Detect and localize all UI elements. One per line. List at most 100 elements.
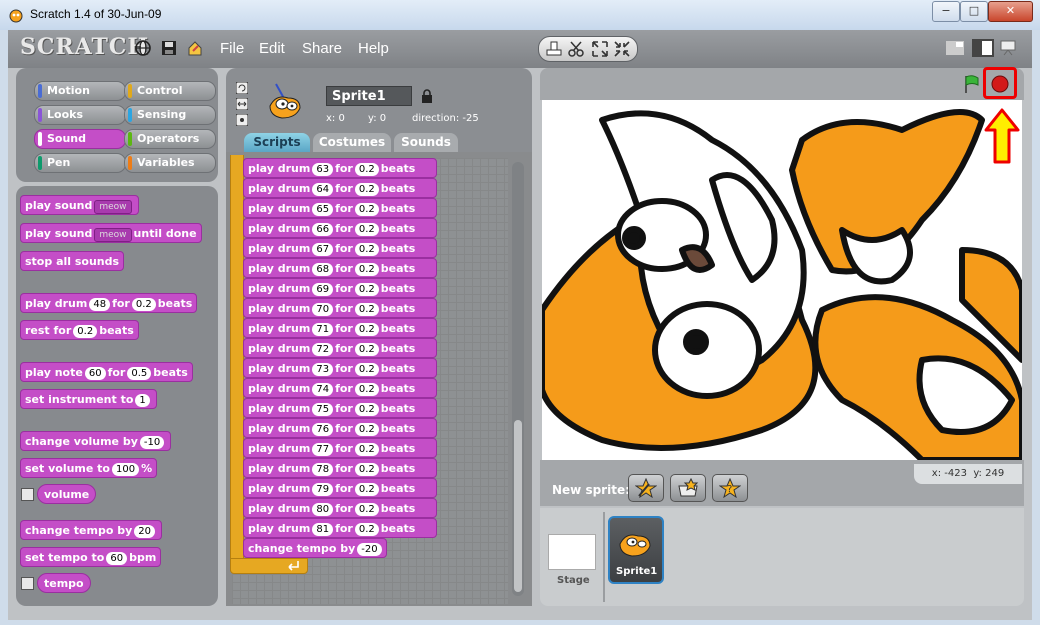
small-stage-icon[interactable] [946, 41, 964, 55]
volume-checkbox[interactable] [21, 488, 34, 501]
block-play-drum-script[interactable]: play drum 78 for 0.2 beats [243, 458, 437, 478]
block-play-drum-script[interactable]: play drum 76 for 0.2 beats [243, 418, 437, 438]
sprite1-tile[interactable]: Sprite1 [608, 516, 664, 584]
category-motion[interactable]: Motion [34, 81, 126, 101]
save-icon[interactable] [160, 39, 178, 57]
category-pen[interactable]: Pen [34, 153, 126, 173]
drum-input[interactable]: 76 [312, 423, 334, 436]
surprise-sprite-button[interactable]: ? [712, 474, 748, 502]
rest-input[interactable]: 0.2 [73, 325, 98, 338]
tempo-checkbox[interactable] [21, 577, 34, 590]
tab-costumes[interactable]: Costumes [313, 133, 391, 152]
paint-new-sprite-button[interactable] [628, 474, 664, 502]
tempo-input[interactable]: 60 [106, 552, 128, 565]
script-scrollbar-thumb[interactable] [514, 420, 522, 592]
drum-input[interactable]: 66 [312, 223, 334, 236]
block-play-drum-script[interactable]: play drum 80 for 0.2 beats [243, 498, 437, 518]
beats-input[interactable]: 0.2 [354, 463, 379, 476]
beats-input[interactable]: 0.2 [354, 483, 379, 496]
menu-file[interactable]: File [220, 40, 244, 57]
instrument-input[interactable]: 1 [135, 394, 150, 407]
block-play-drum-script[interactable]: play drum 74 for 0.2 beats [243, 378, 437, 398]
control-block-arm[interactable] [230, 155, 244, 571]
block-play-drum-script[interactable]: play drum 68 for 0.2 beats [243, 258, 437, 278]
category-operators[interactable]: Operators [124, 129, 216, 149]
block-play-drum-script[interactable]: play drum 75 for 0.2 beats [243, 398, 437, 418]
lock-icon[interactable] [421, 89, 433, 104]
block-play-drum-script[interactable]: play drum 77 for 0.2 beats [243, 438, 437, 458]
menu-share[interactable]: Share [302, 40, 342, 57]
beats-input[interactable]: 0.2 [354, 363, 379, 376]
block-play-drum-script[interactable]: play drum 64 for 0.2 beats [243, 178, 437, 198]
block-play-note[interactable]: play note 60 for 0.5 beats [20, 362, 193, 382]
tab-sounds[interactable]: Sounds [394, 133, 458, 152]
beats-input[interactable]: 0.2 [354, 163, 379, 176]
reporter-tempo[interactable]: tempo [37, 573, 91, 593]
drum-input[interactable]: 67 [312, 243, 334, 256]
minimize-button[interactable]: − [932, 1, 960, 22]
scissors-icon[interactable] [567, 40, 585, 58]
drum-input[interactable]: 68 [312, 263, 334, 276]
block-play-drum-script[interactable]: play drum 71 for 0.2 beats [243, 318, 437, 338]
beats-input[interactable]: 0.2 [131, 298, 156, 311]
block-play-drum[interactable]: play drum 48 for 0.2 beats [20, 293, 198, 313]
beats-input[interactable]: 0.2 [354, 403, 379, 416]
presentation-mode-icon[interactable] [1000, 40, 1016, 56]
grow-icon[interactable] [591, 40, 609, 58]
normal-stage-icon[interactable] [972, 39, 994, 57]
block-stop-all-sounds[interactable]: stop all sounds [20, 251, 125, 271]
sprite-name-field[interactable]: Sprite1 [326, 86, 412, 106]
drum-input[interactable]: 81 [312, 523, 334, 536]
menu-help[interactable]: Help [358, 40, 389, 57]
drum-input[interactable]: 71 [312, 323, 334, 336]
menu-edit[interactable]: Edit [259, 40, 285, 57]
drum-input[interactable]: 73 [312, 363, 334, 376]
beats-input[interactable]: 0.2 [354, 203, 379, 216]
beats-input[interactable]: 0.2 [354, 443, 379, 456]
block-play-drum-script[interactable]: play drum 66 for 0.2 beats [243, 218, 437, 238]
beats-input[interactable]: 0.2 [354, 343, 379, 356]
rotate-style-icon[interactable] [236, 82, 248, 94]
share-icon[interactable] [186, 39, 204, 57]
block-play-drum-script[interactable]: play drum 81 for 0.2 beats [243, 518, 437, 538]
beats-input[interactable]: 0.2 [354, 243, 379, 256]
beats-input[interactable]: 0.2 [354, 263, 379, 276]
drum-input[interactable]: 64 [312, 183, 334, 196]
block-play-drum-script[interactable]: play drum 79 for 0.2 beats [243, 478, 437, 498]
flip-style-icon[interactable] [236, 98, 248, 110]
sound-dropdown[interactable]: meow [94, 200, 132, 214]
block-set-instrument[interactable]: set instrument to 1 [20, 389, 157, 409]
volume-input[interactable]: -10 [139, 436, 165, 449]
drum-input[interactable]: 77 [312, 443, 334, 456]
category-sound[interactable]: Sound [34, 129, 126, 149]
stage-thumbnail[interactable] [548, 534, 596, 570]
drum-input[interactable]: 80 [312, 503, 334, 516]
stop-sign-icon[interactable] [990, 74, 1010, 94]
reporter-volume[interactable]: volume [37, 484, 97, 504]
beats-input[interactable]: 0.2 [354, 183, 379, 196]
drum-input[interactable]: 48 [89, 298, 111, 311]
beats-input[interactable]: 0.2 [354, 283, 379, 296]
maximize-button[interactable]: □ [960, 1, 988, 22]
drum-input[interactable]: 69 [312, 283, 334, 296]
beats-input[interactable]: 0.2 [354, 383, 379, 396]
beats-input[interactable]: 0.5 [127, 367, 152, 380]
block-play-drum-script[interactable]: play drum 72 for 0.2 beats [243, 338, 437, 358]
block-play-drum-script[interactable]: play drum 63 for 0.2 beats [243, 158, 437, 178]
tempo-input[interactable]: -20 [357, 543, 382, 556]
volume-input[interactable]: 100 [112, 463, 140, 476]
drum-input[interactable]: 78 [312, 463, 334, 476]
category-variables[interactable]: Variables [124, 153, 216, 173]
beats-input[interactable]: 0.2 [354, 423, 379, 436]
beats-input[interactable]: 0.2 [354, 323, 379, 336]
block-play-sound-until-done[interactable]: play sound meow until done [20, 223, 202, 243]
stamp-icon[interactable] [545, 40, 563, 58]
note-input[interactable]: 60 [84, 367, 106, 380]
green-flag-icon[interactable] [962, 74, 982, 94]
block-change-tempo[interactable]: change tempo by 20 [20, 520, 162, 540]
block-play-drum-script[interactable]: play drum 73 for 0.2 beats [243, 358, 437, 378]
tempo-input[interactable]: 20 [134, 525, 155, 538]
drum-input[interactable]: 79 [312, 483, 334, 496]
block-play-drum-script[interactable]: play drum 70 for 0.2 beats [243, 298, 437, 318]
beats-input[interactable]: 0.2 [354, 523, 379, 536]
